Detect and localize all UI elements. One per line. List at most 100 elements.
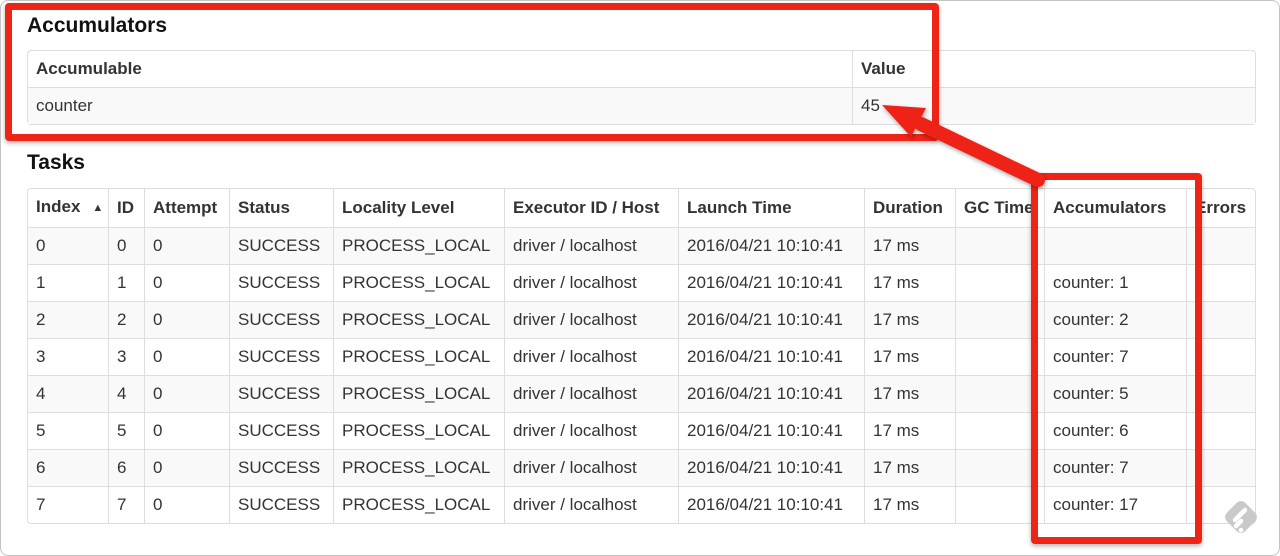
table-cell-status: SUCCESS: [229, 375, 333, 412]
table-cell-gc-time: [955, 449, 1044, 486]
table-row: 1 1 0 SUCCESS PROCESS_LOCAL driver / localhos…: [28, 264, 1255, 301]
column-header-locality-level[interactable]: Locality Level: [333, 189, 504, 227]
table-cell-attempt: 0: [144, 375, 229, 412]
table-cell-accumulators: counter: 1: [1044, 264, 1186, 301]
column-header-label: Accumulable: [36, 59, 142, 78]
table-cell-gc-time: [955, 301, 1044, 338]
table-cell-executor-id-host: driver / localhost: [504, 264, 678, 301]
table-cell-status: SUCCESS: [229, 412, 333, 449]
table-cell-accumulators: counter: 17: [1044, 486, 1186, 523]
column-header-label: Attempt: [153, 198, 218, 217]
table-cell-locality-level: PROCESS_LOCAL: [333, 449, 504, 486]
table-cell-duration: 17 ms: [864, 449, 955, 486]
column-header-label: GC Time: [964, 198, 1034, 217]
table-cell-accumulators: counter: 7: [1044, 449, 1186, 486]
table-cell-attempt: 0: [144, 301, 229, 338]
table-cell-errors: [1186, 375, 1255, 412]
table-row: 4 4 0 SUCCESS PROCESS_LOCAL driver / localhos…: [28, 375, 1255, 412]
table-cell-status: SUCCESS: [229, 301, 333, 338]
table-cell-executor-id-host: driver / localhost: [504, 301, 678, 338]
column-header-accumulable: Accumulable: [28, 51, 852, 87]
table-cell-locality-level: PROCESS_LOCAL: [333, 264, 504, 301]
table-cell-status: SUCCESS: [229, 264, 333, 301]
table-cell-id: 4: [108, 375, 144, 412]
column-header-label: Duration: [873, 198, 943, 217]
table-cell-accumulable: counter: [28, 87, 852, 124]
column-header-label: Executor ID / Host: [513, 198, 660, 217]
table-cell-launch-time: 2016/04/21 10:10:41: [678, 264, 864, 301]
table-cell-status: SUCCESS: [229, 227, 333, 264]
table-cell-accumulators: counter: 5: [1044, 375, 1186, 412]
table-cell-launch-time: 2016/04/21 10:10:41: [678, 486, 864, 523]
accumulators-table-body: counter 45: [28, 87, 1255, 124]
table-cell-status: SUCCESS: [229, 338, 333, 375]
table-cell-locality-level: PROCESS_LOCAL: [333, 375, 504, 412]
table-cell-executor-id-host: driver / localhost: [504, 375, 678, 412]
table-cell-accumulators: [1044, 227, 1186, 264]
table-cell-index: 1: [28, 264, 108, 301]
table-cell-errors: [1186, 264, 1255, 301]
table-cell-id: 1: [108, 264, 144, 301]
table-cell-id: 7: [108, 486, 144, 523]
table-cell-duration: 17 ms: [864, 227, 955, 264]
column-header-errors[interactable]: Errors: [1186, 189, 1255, 227]
header-row: Accumulable Value: [28, 51, 1255, 87]
table-cell-attempt: 0: [144, 486, 229, 523]
column-header-executor-id-host[interactable]: Executor ID / Host: [504, 189, 678, 227]
column-header-label: Errors: [1195, 198, 1247, 217]
column-header-index[interactable]: Index ▲: [28, 189, 108, 227]
tasks-table-body: 0 0 0 SUCCESS PROCESS_LOCAL driver / localhos…: [28, 227, 1255, 523]
column-header-attempt[interactable]: Attempt: [144, 189, 229, 227]
table-cell-id: 2: [108, 301, 144, 338]
table-cell-locality-level: PROCESS_LOCAL: [333, 301, 504, 338]
table-row: 3 3 0 SUCCESS PROCESS_LOCAL driver / localhos…: [28, 338, 1255, 375]
column-header-label: Status: [238, 198, 290, 217]
accumulators-table: Accumulable Value counter 45: [27, 50, 1256, 125]
table-cell-id: 3: [108, 338, 144, 375]
table-cell-index: 3: [28, 338, 108, 375]
column-header-status[interactable]: Status: [229, 189, 333, 227]
column-header-label: Value: [861, 59, 906, 78]
table-cell-id: 0: [108, 227, 144, 264]
table-cell-duration: 17 ms: [864, 375, 955, 412]
tasks-table: Index ▲ ID Attempt Status Locality Level Execu…: [27, 188, 1256, 524]
page-content: Accumulators Accumulable Value counter 45 …: [1, 14, 1279, 524]
column-header-duration[interactable]: Duration: [864, 189, 955, 227]
table-cell-launch-time: 2016/04/21 10:10:41: [678, 338, 864, 375]
column-header-accumulators[interactable]: Accumulators: [1044, 189, 1186, 227]
table-row: 2 2 0 SUCCESS PROCESS_LOCAL driver / localhos…: [28, 301, 1255, 338]
accumulators-section-title: Accumulators: [27, 14, 168, 37]
table-cell-launch-time: 2016/04/21 10:10:41: [678, 375, 864, 412]
table-cell-duration: 17 ms: [864, 301, 955, 338]
tasks-section-title: Tasks: [27, 151, 85, 174]
table-cell-attempt: 0: [144, 264, 229, 301]
table-cell-errors: [1186, 227, 1255, 264]
column-header-gc-time[interactable]: GC Time: [955, 189, 1044, 227]
table-cell-gc-time: [955, 264, 1044, 301]
table-cell-executor-id-host: driver / localhost: [504, 338, 678, 375]
table-cell-gc-time: [955, 412, 1044, 449]
column-header-label: Index: [36, 197, 81, 216]
table-cell-attempt: 0: [144, 412, 229, 449]
table-cell-duration: 17 ms: [864, 412, 955, 449]
table-cell-index: 2: [28, 301, 108, 338]
table-cell-index: 7: [28, 486, 108, 523]
table-cell-accumulators: counter: 6: [1044, 412, 1186, 449]
column-header-launch-time[interactable]: Launch Time: [678, 189, 864, 227]
table-cell-gc-time: [955, 338, 1044, 375]
column-header-id[interactable]: ID: [108, 189, 144, 227]
column-header-label: Launch Time: [687, 198, 792, 217]
table-cell-attempt: 0: [144, 338, 229, 375]
tasks-table-header: Index ▲ ID Attempt Status Locality Level Execu…: [28, 189, 1255, 227]
column-header-label: ID: [117, 198, 134, 217]
table-cell-duration: 17 ms: [864, 486, 955, 523]
table-row: counter 45: [28, 87, 1255, 124]
table-row: 5 5 0 SUCCESS PROCESS_LOCAL driver / localhos…: [28, 412, 1255, 449]
table-cell-attempt: 0: [144, 227, 229, 264]
table-cell-locality-level: PROCESS_LOCAL: [333, 412, 504, 449]
table-cell-errors: [1186, 486, 1255, 523]
table-cell-errors: [1186, 449, 1255, 486]
table-cell-errors: [1186, 301, 1255, 338]
table-cell-executor-id-host: driver / localhost: [504, 486, 678, 523]
table-cell-index: 4: [28, 375, 108, 412]
